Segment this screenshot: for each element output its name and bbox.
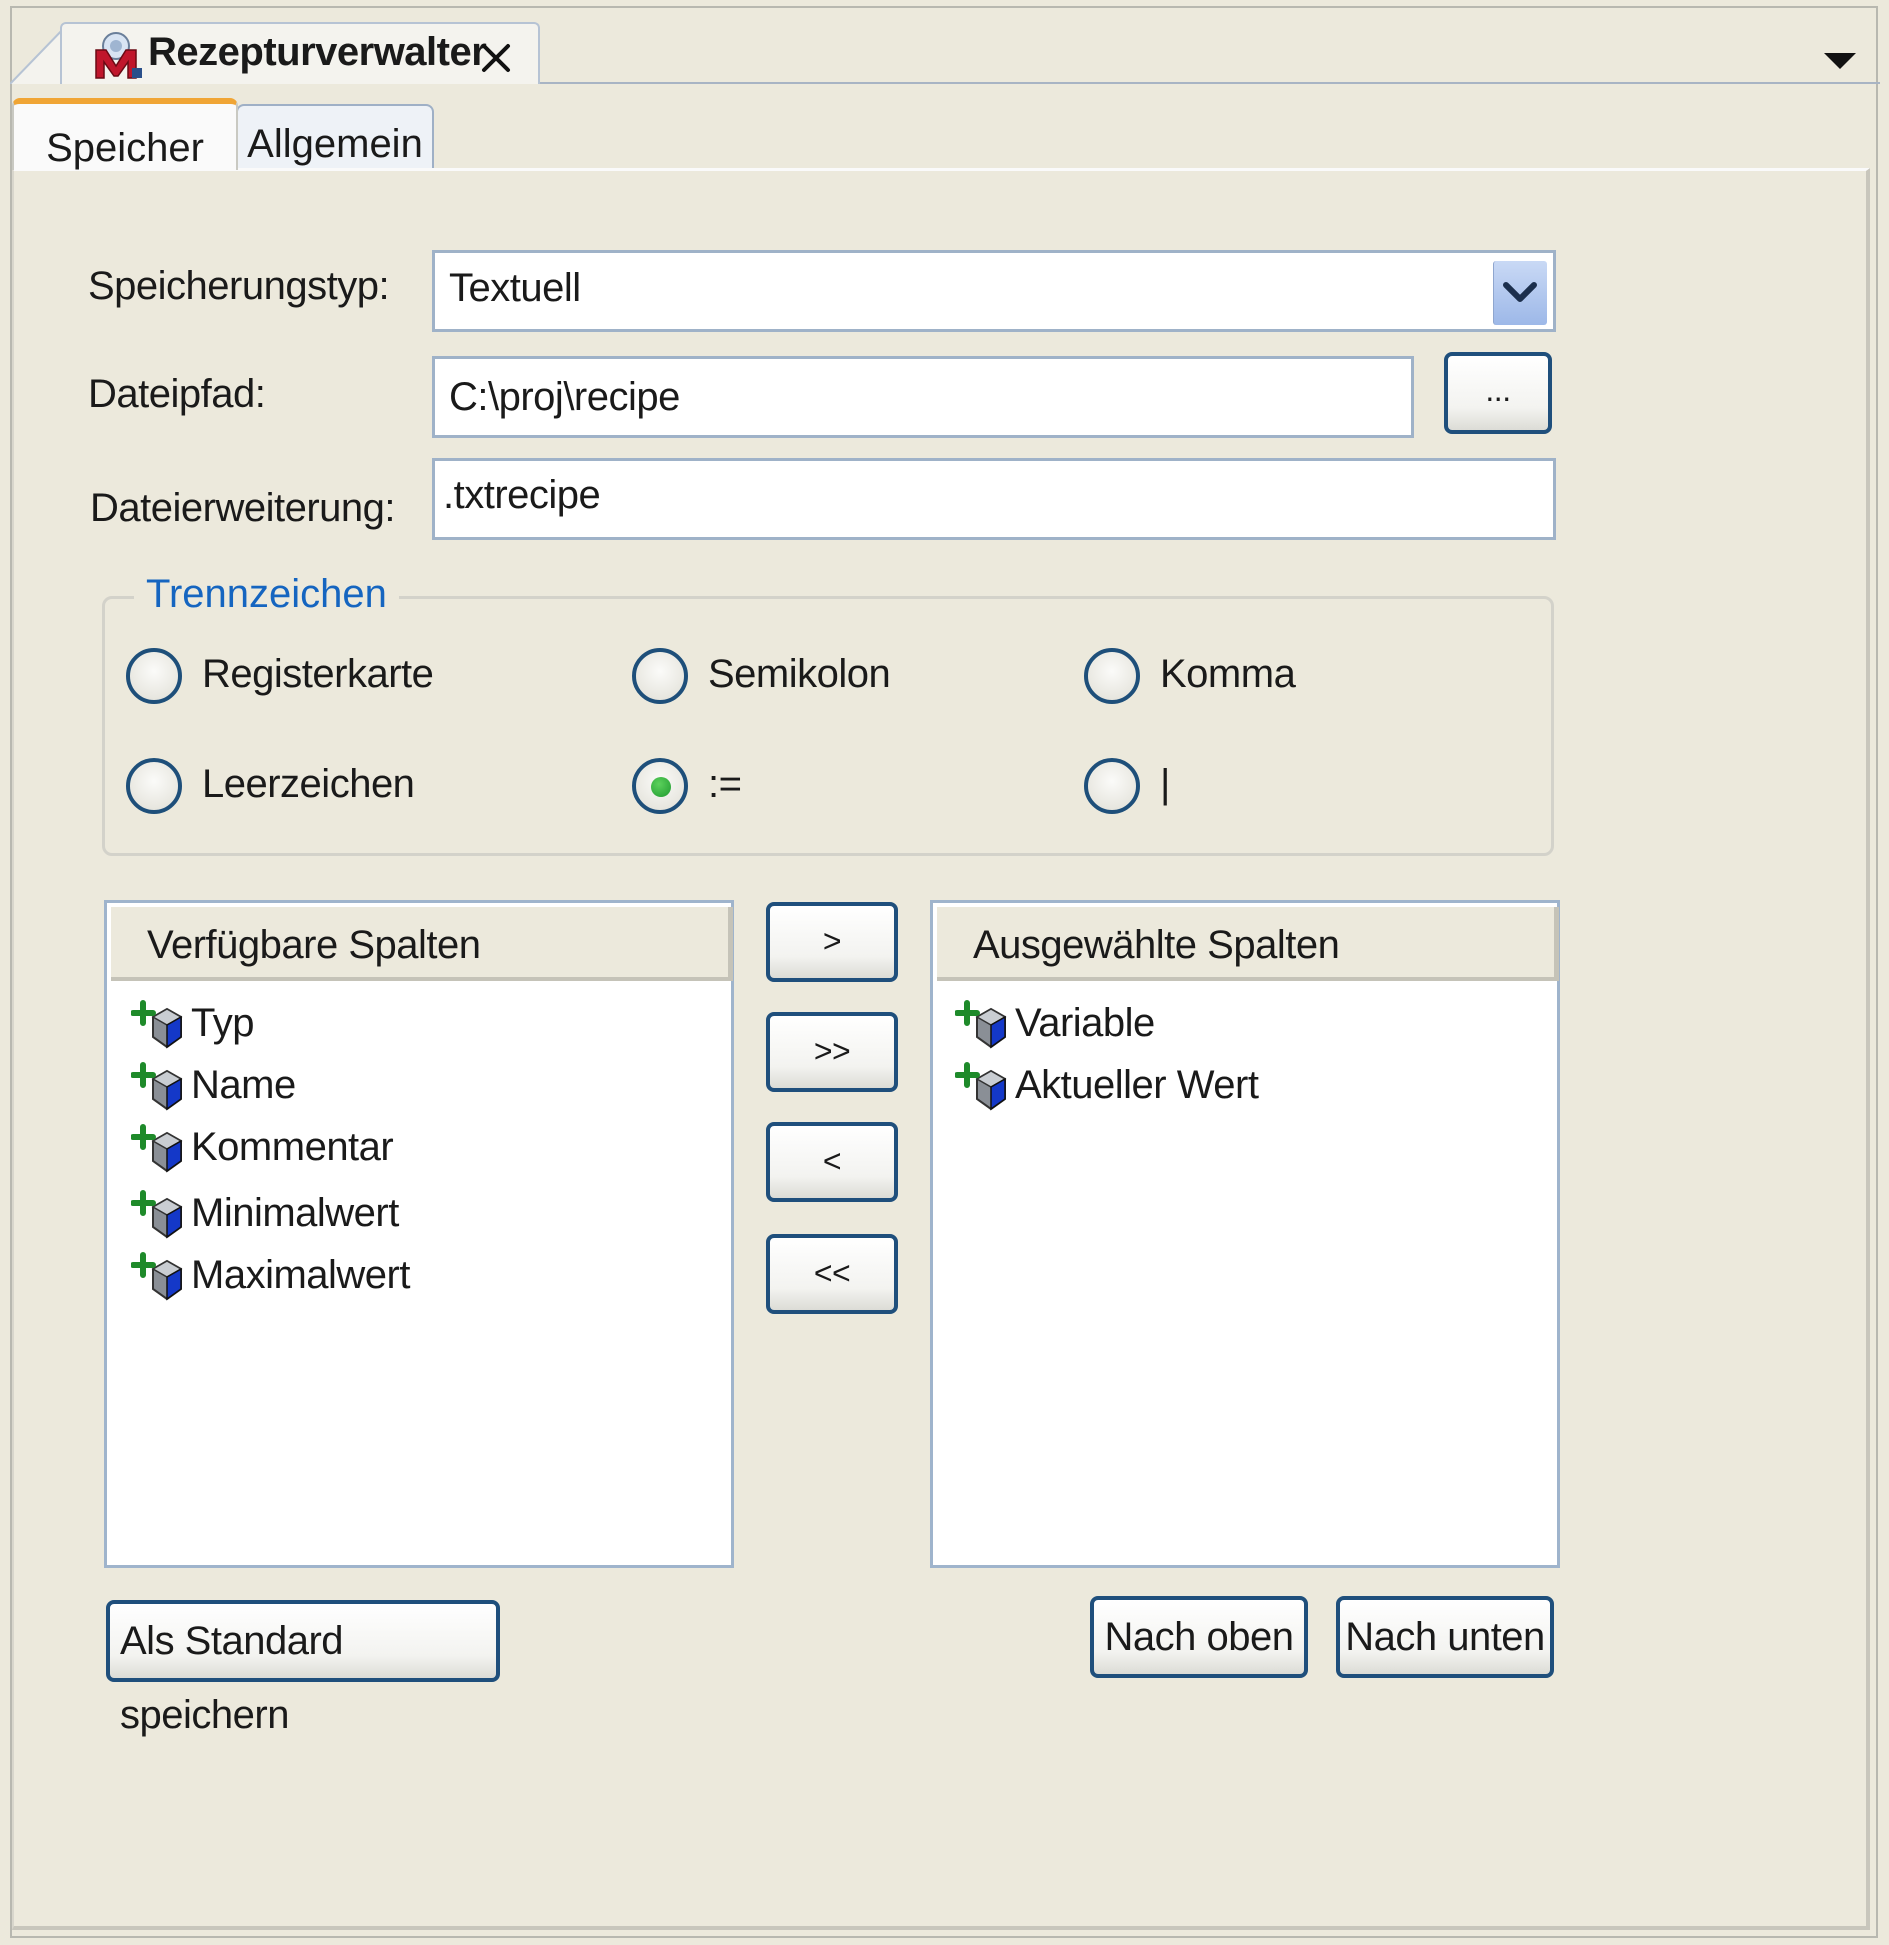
- save-as-default-button[interactable]: Als Standard speichern: [106, 1600, 500, 1737]
- storage-type-value: Textuell: [449, 266, 581, 310]
- dropdown-triangle-icon[interactable]: [1822, 50, 1858, 72]
- column-add-icon: [954, 1059, 1011, 1115]
- add-column-button[interactable]: >: [766, 902, 898, 982]
- selected-columns-header: Ausgewählte Spalten: [937, 907, 1559, 981]
- separator-radio-0[interactable]: [126, 648, 182, 704]
- list-item-label: Minimalwert: [191, 1191, 399, 1235]
- list-item-label: Variable: [1015, 1001, 1155, 1045]
- column-add-icon: [130, 997, 187, 1053]
- separator-radio-label: Komma: [1160, 652, 1296, 696]
- column-add-icon: [130, 1187, 187, 1243]
- close-icon[interactable]: [476, 38, 516, 78]
- separator-radio-3[interactable]: [126, 758, 182, 814]
- browse-button[interactable]: ...: [1444, 352, 1552, 434]
- list-item-label: Aktueller Wert: [1015, 1063, 1259, 1107]
- column-add-icon: [130, 1249, 187, 1305]
- separator-radio-5[interactable]: [1084, 758, 1140, 814]
- column-add-icon: [954, 997, 1011, 1053]
- separator-radio-label: Semikolon: [708, 652, 891, 696]
- file-extension-label: Dateierweiterung:: [90, 486, 396, 530]
- column-add-icon: [130, 1059, 187, 1115]
- tab-speicher[interactable]: Speicher: [12, 98, 238, 170]
- list-item-label: Kommentar: [191, 1125, 394, 1169]
- storage-type-combobox[interactable]: Textuell: [432, 250, 1556, 332]
- remove-all-columns-button[interactable]: <<: [766, 1234, 898, 1314]
- selected-columns-list[interactable]: Ausgewählte Spalten Variable Aktueller We…: [930, 900, 1560, 1568]
- document-tab-title: Rezepturverwalter: [148, 30, 487, 74]
- available-columns-header: Verfügbare Spalten: [111, 907, 733, 981]
- tab-speicher-label: Speicher: [46, 126, 204, 170]
- radio-selected-dot: [651, 777, 671, 797]
- list-item-label: Typ: [191, 1001, 254, 1045]
- available-columns-list[interactable]: Verfügbare Spalten Typ Name Kommentar Minim…: [104, 900, 734, 1568]
- tab-strip-divider: [540, 82, 1880, 84]
- move-down-button[interactable]: Nach unten: [1336, 1596, 1554, 1678]
- separator-groupbox: [102, 596, 1554, 856]
- separator-radio-label: |: [1160, 762, 1170, 806]
- separator-radio-label: :=: [708, 762, 742, 806]
- list-item-label: Name: [191, 1063, 296, 1107]
- separator-radio-4[interactable]: [632, 758, 688, 814]
- separator-radio-2[interactable]: [1084, 648, 1140, 704]
- list-item-label: Maximalwert: [191, 1253, 410, 1297]
- separator-radio-1[interactable]: [632, 648, 688, 704]
- file-extension-input[interactable]: .txtrecipe: [432, 458, 1556, 540]
- combobox-arrow-button[interactable]: [1493, 261, 1547, 325]
- separator-radio-label: Leerzeichen: [202, 762, 415, 806]
- remove-column-button[interactable]: <: [766, 1122, 898, 1202]
- tab-allgemein-label: Allgemein: [247, 122, 423, 166]
- move-up-button[interactable]: Nach oben: [1090, 1596, 1308, 1678]
- file-path-input[interactable]: C:\proj\recipe: [432, 356, 1414, 438]
- column-add-icon: [130, 1121, 187, 1177]
- file-path-label: Dateipfad:: [88, 372, 266, 416]
- add-all-columns-button[interactable]: >>: [766, 1012, 898, 1092]
- tab-allgemein[interactable]: Allgemein: [236, 104, 434, 170]
- storage-type-label: Speicherungstyp:: [88, 264, 390, 308]
- chevron-down-icon: [1503, 282, 1537, 302]
- separator-radio-label: Registerkarte: [202, 652, 434, 696]
- separator-group-title: Trennzeichen: [134, 572, 399, 617]
- file-path-value: C:\proj\recipe: [449, 375, 680, 419]
- file-extension-value: .txtrecipe: [443, 473, 601, 517]
- recipe-manager-icon: [95, 32, 142, 79]
